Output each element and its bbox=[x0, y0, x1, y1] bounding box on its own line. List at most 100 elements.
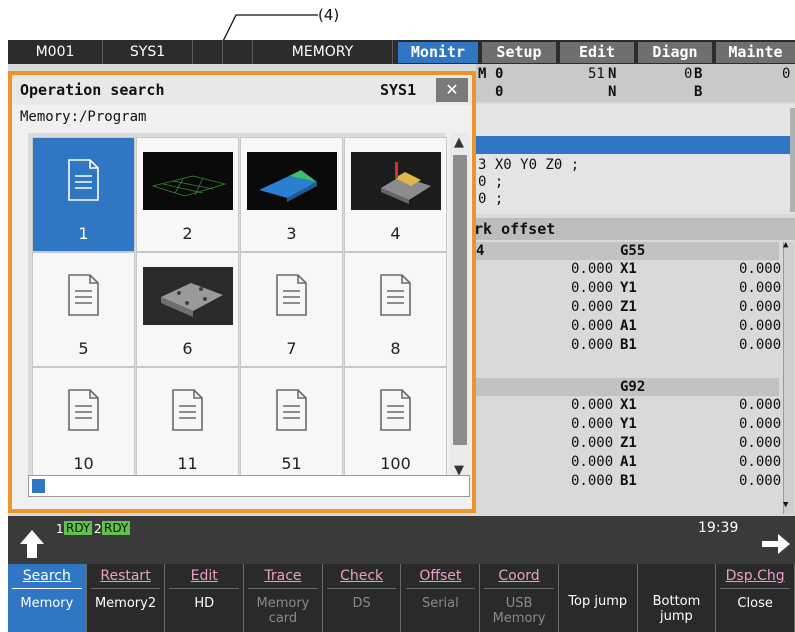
program-file-tile[interactable]: 10 bbox=[32, 367, 135, 482]
dialog-system-label: SYS1 bbox=[380, 81, 417, 99]
program-file-tile[interactable]: 3 bbox=[240, 137, 343, 252]
offset-scroll-down-icon[interactable]: ▼ bbox=[783, 500, 788, 510]
program-file-tile[interactable]: 6 bbox=[136, 252, 239, 367]
offset-right-value[interactable]: 0.000 bbox=[739, 318, 781, 334]
softkey-lower-label: Bottom jump bbox=[652, 594, 701, 624]
document-icon bbox=[379, 273, 412, 317]
program-number: 11 bbox=[177, 454, 198, 473]
offset-block-g92: G92 bbox=[620, 379, 646, 395]
offset-right-value[interactable]: 0.000 bbox=[739, 280, 781, 296]
program-file-tile[interactable]: 4 bbox=[344, 137, 447, 252]
file-grid-scrollbar[interactable]: ▲ ▼ bbox=[450, 133, 470, 482]
sys2-ready-badge: RDY bbox=[102, 521, 131, 535]
scroll-thumb[interactable] bbox=[453, 155, 467, 445]
work-offset-title: rk offset bbox=[474, 220, 556, 238]
tab-setup[interactable]: Setup bbox=[482, 42, 556, 63]
program-file-tile[interactable]: 5 bbox=[32, 252, 135, 367]
scroll-up-icon[interactable]: ▲ bbox=[454, 135, 464, 150]
offset-axis-label: B1 bbox=[620, 473, 637, 489]
softkey-5[interactable]: Check DS bbox=[323, 564, 402, 632]
program-thumbnail-icon bbox=[143, 267, 233, 325]
softkey-6[interactable]: Offset Serial bbox=[402, 564, 481, 632]
sys1-ready-badge: RDY bbox=[64, 521, 93, 535]
tab-maintenance[interactable]: Mainte bbox=[716, 42, 795, 63]
program-line-3: 0 ; bbox=[478, 191, 504, 207]
document-icon bbox=[67, 273, 100, 317]
program-file-tile[interactable]: 8 bbox=[344, 252, 447, 367]
menu-next-icon[interactable] bbox=[760, 530, 792, 558]
program-cursor-line bbox=[476, 136, 791, 154]
offset-axis-label: A1 bbox=[620, 454, 637, 470]
offset-axis-label: Z1 bbox=[620, 299, 637, 315]
offset-left-value: 0.000 bbox=[571, 435, 614, 451]
top-status-bar: M001 SYS1 MEMORY Monitr Setup Edit Diagn… bbox=[8, 40, 795, 64]
offset-left-value: 0.000 bbox=[571, 280, 614, 296]
program-file-tile[interactable]: 11 bbox=[136, 367, 239, 482]
document-icon bbox=[171, 388, 204, 432]
document-icon bbox=[275, 388, 308, 432]
offset-left-value: 0.000 bbox=[571, 318, 614, 334]
mode-indicator: M001 bbox=[8, 40, 103, 64]
program-file-tile[interactable]: 2 bbox=[136, 137, 239, 252]
softkey-9[interactable]: Bottom jump bbox=[638, 564, 717, 632]
offset-axis-label: X1 bbox=[620, 397, 637, 413]
program-thumbnail-icon bbox=[351, 152, 441, 210]
close-icon[interactable]: ✕ bbox=[436, 78, 468, 102]
tab-diagnosis[interactable]: Diagn bbox=[638, 42, 712, 63]
offset-right-value[interactable]: 0.000 bbox=[739, 416, 781, 432]
softkey-8[interactable]: Top jump bbox=[559, 564, 638, 632]
softkey-lower-label: Memory bbox=[20, 596, 74, 611]
offset-left-value: 0.000 bbox=[571, 397, 614, 413]
softkey-lower-label: Top jump bbox=[568, 594, 628, 609]
program-line-1: 3 X0 Y0 Z0 ; bbox=[478, 157, 580, 173]
clock: 19:39 bbox=[698, 520, 739, 536]
offset-right-value[interactable]: 0.000 bbox=[739, 261, 781, 277]
document-icon bbox=[67, 158, 100, 202]
tab-edit[interactable]: Edit bbox=[560, 42, 634, 63]
program-file-tile[interactable]: 100 bbox=[344, 367, 447, 482]
offset-right-value[interactable]: 0.000 bbox=[739, 397, 781, 413]
dialog-title: Operation search bbox=[20, 81, 165, 99]
empty-indicator-2 bbox=[223, 40, 253, 64]
softkey-upper-label: Coord bbox=[498, 568, 540, 584]
softkey-7[interactable]: Coord USB Memory bbox=[480, 564, 559, 632]
offset-left-value: 0.000 bbox=[571, 299, 614, 315]
document-icon bbox=[67, 388, 100, 432]
program-number: 100 bbox=[380, 454, 411, 473]
program-number: 4 bbox=[390, 224, 401, 243]
dialog-title-bar: Operation search SYS1 ✕ bbox=[12, 75, 472, 105]
offset-scrollbar[interactable] bbox=[783, 242, 794, 514]
status-value-51: 51 bbox=[588, 66, 605, 82]
softkey-10[interactable]: Dsp.Chg Close bbox=[716, 564, 795, 632]
offset-left-value: 0.000 bbox=[571, 337, 614, 353]
status-value-b: 0 bbox=[782, 66, 791, 82]
offset-scroll-up-icon[interactable]: ▲ bbox=[783, 240, 788, 250]
program-number: 2 bbox=[182, 224, 193, 243]
softkey-3[interactable]: Edit HD bbox=[165, 564, 245, 632]
offset-right-value[interactable]: 0.000 bbox=[739, 337, 781, 353]
search-progress-fill bbox=[32, 479, 45, 493]
system-indicator: SYS1 bbox=[103, 40, 193, 64]
softkey-lower-label: Memory2 bbox=[94, 596, 157, 611]
softkey-1[interactable]: Search Memory bbox=[8, 564, 87, 632]
softkey-lower-label: HD bbox=[194, 596, 215, 611]
offset-right-value[interactable]: 0.000 bbox=[739, 435, 781, 451]
menu-up-icon[interactable] bbox=[14, 524, 50, 562]
operation-mode: MEMORY bbox=[253, 40, 393, 64]
program-scrollbar[interactable] bbox=[790, 108, 795, 212]
offset-right-value[interactable]: 0.000 bbox=[739, 473, 781, 489]
search-progress-bar bbox=[28, 475, 470, 497]
offset-right-value[interactable]: 0.000 bbox=[739, 454, 781, 470]
softkey-4[interactable]: Trace Memory card bbox=[244, 564, 323, 632]
status-label-b: B bbox=[694, 66, 703, 82]
offset-right-value[interactable]: 0.000 bbox=[739, 299, 781, 315]
program-file-tile[interactable]: 7 bbox=[240, 252, 343, 367]
softkey-upper-label: Offset bbox=[419, 568, 462, 584]
softkey-lower-label: Memory card bbox=[256, 596, 310, 626]
sys2-number: 2 bbox=[94, 522, 102, 536]
softkey-2[interactable]: Restart Memory2 bbox=[87, 564, 166, 632]
tab-monitor[interactable]: Monitr bbox=[398, 42, 478, 63]
softkey-upper-label: Trace bbox=[264, 568, 302, 584]
program-file-tile[interactable]: 1 bbox=[32, 137, 135, 252]
program-file-tile[interactable]: 51 bbox=[240, 367, 343, 482]
